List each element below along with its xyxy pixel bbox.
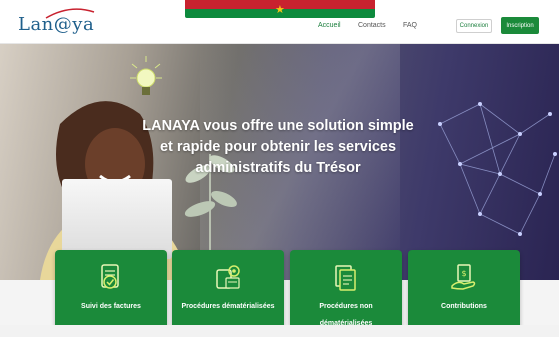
signup-button[interactable]: Inscription — [501, 17, 539, 34]
nav-contacts[interactable]: Contacts — [358, 22, 386, 29]
card-digital-procedures[interactable]: Procédures dématérialisées — [172, 250, 284, 336]
logo-swoosh-icon — [45, 8, 95, 19]
login-button-label: Connexion — [459, 23, 489, 29]
card-contributions-label: Contributions — [441, 303, 487, 310]
svg-text:$: $ — [461, 269, 466, 278]
card-contributions[interactable]: $ Contributions — [408, 250, 520, 336]
card-invoice-tracking[interactable]: Suivi des factures — [55, 250, 167, 336]
invoice-tracking-icon — [101, 264, 119, 289]
paper-procedures-icon — [335, 265, 356, 291]
service-cards: Suivi des factures Procédures dématérial… — [0, 246, 559, 337]
tagline-line-2: et rapide pour obtenir les services — [159, 139, 397, 155]
digital-procedures-icon — [216, 265, 240, 289]
hero-tagline: LANAYA vous offre une solution simple et… — [108, 116, 448, 179]
login-button[interactable]: Connexion — [456, 19, 492, 33]
burkina-flag-banner: ★ — [185, 0, 375, 18]
card-paper-procedures[interactable]: Procédures non dématérialisées — [290, 250, 402, 336]
site-header: Lan@ya ★ Accueil Contacts FAQ Connexion … — [0, 0, 559, 44]
nav-faq[interactable]: FAQ — [403, 22, 417, 29]
card-invoice-tracking-label: Suivi des factures — [81, 303, 141, 310]
bottom-strip — [0, 325, 559, 337]
nav-home[interactable]: Accueil — [318, 22, 341, 29]
card-digital-procedures-label: Procédures dématérialisées — [181, 303, 275, 310]
signup-button-label: Inscription — [506, 22, 534, 29]
flag-star-icon: ★ — [275, 4, 285, 16]
tagline-line-3: administratifs du Trésor — [195, 160, 361, 176]
contributions-icon: $ — [451, 264, 476, 290]
tagline-line-1: LANAYA vous offre une solution simple — [142, 118, 414, 134]
hero-banner: LANAYA vous offre une solution simple et… — [0, 44, 559, 280]
